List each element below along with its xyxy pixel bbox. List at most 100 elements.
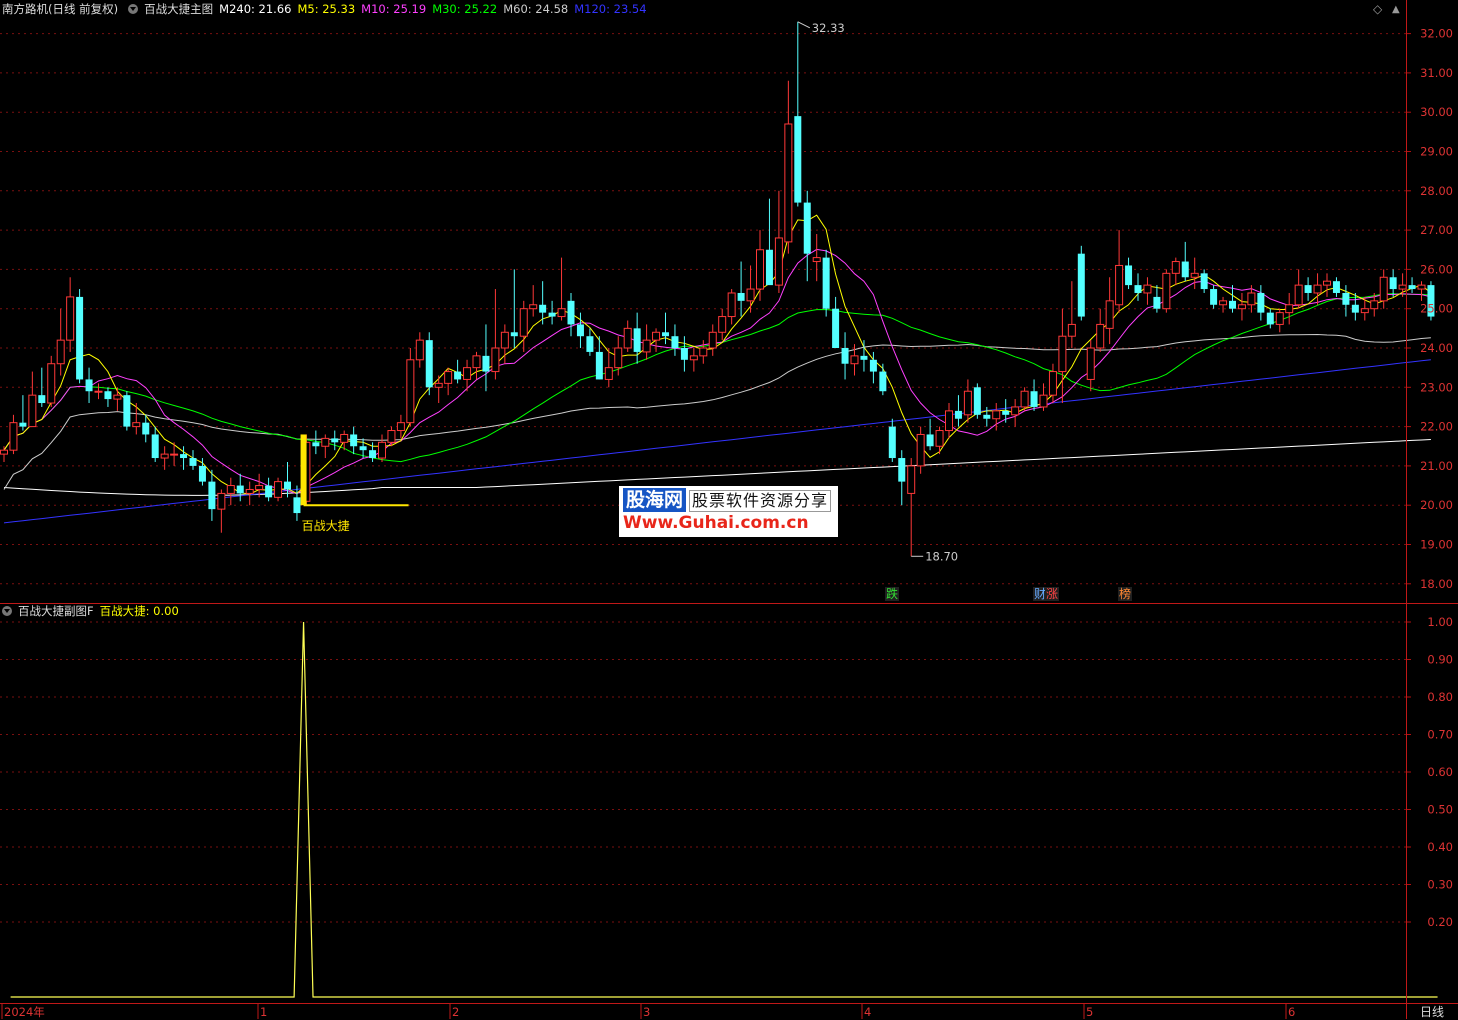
y-tick-label: 30.00 bbox=[1420, 105, 1453, 119]
sub-indicator-menu-icon[interactable] bbox=[2, 606, 12, 616]
x-tick-label: 2 bbox=[452, 1005, 459, 1019]
period-label[interactable]: 日线 bbox=[1420, 1003, 1444, 1020]
indicator-menu-icon[interactable] bbox=[128, 4, 139, 14]
candle-body bbox=[1285, 304, 1294, 314]
candle-body bbox=[1039, 394, 1048, 408]
candle-body bbox=[1200, 273, 1208, 290]
x-tick-label: 5 bbox=[1086, 1005, 1093, 1019]
candle-body bbox=[38, 395, 46, 404]
candle-body bbox=[746, 288, 755, 302]
event-label: 榜 bbox=[1119, 586, 1131, 601]
candle-body bbox=[245, 488, 254, 494]
ma30-line bbox=[3, 293, 1431, 463]
x-tick-label: 2024年 bbox=[4, 1005, 45, 1019]
candle-body bbox=[47, 363, 56, 404]
y-tick-label: 21.00 bbox=[1420, 459, 1453, 473]
candle-body bbox=[519, 308, 528, 337]
x-axis-tick-labels: 2024年 1 2 3 4 5 6 bbox=[4, 1005, 1295, 1019]
candle-body bbox=[529, 304, 538, 310]
sub-y-tick-label: 0.20 bbox=[1427, 915, 1453, 929]
ma-value-1: M5: 25.33 bbox=[297, 2, 356, 16]
candle-body bbox=[293, 497, 301, 514]
candle-body bbox=[284, 481, 291, 490]
candle-body bbox=[718, 316, 727, 333]
candle-body bbox=[812, 257, 821, 263]
candle-body bbox=[274, 481, 283, 498]
ma-value-2: M10: 25.19 bbox=[361, 2, 427, 16]
y-tick-label: 25.00 bbox=[1420, 302, 1453, 316]
x-tick-label: 1 bbox=[260, 1005, 267, 1019]
x-tick-label: 6 bbox=[1288, 1005, 1295, 1019]
sub-y-tick-label: 1.00 bbox=[1427, 615, 1453, 629]
candle-body bbox=[1257, 292, 1265, 313]
sub-y-tick-label: 0.40 bbox=[1427, 840, 1453, 854]
candle-body bbox=[1247, 292, 1256, 306]
y-tick-label: 26.00 bbox=[1420, 262, 1453, 276]
candle-body bbox=[1389, 277, 1397, 290]
candle-body bbox=[1143, 284, 1152, 294]
candle-body bbox=[642, 339, 651, 353]
watermark-url: Www.Guhai.com.cn bbox=[623, 513, 809, 533]
candle-body bbox=[1048, 371, 1057, 396]
event-label: 涨 bbox=[1046, 586, 1058, 601]
candle-body bbox=[123, 395, 131, 427]
candle-body bbox=[217, 492, 226, 510]
moving-average-lines bbox=[3, 214, 1432, 524]
candle-body bbox=[888, 426, 896, 459]
candle-body bbox=[1237, 304, 1246, 310]
sub-indicator-line bbox=[10, 621, 1438, 998]
candle-body bbox=[66, 296, 75, 341]
sub-indicator-name[interactable]: 百战大捷副图F bbox=[18, 604, 94, 618]
candle-body bbox=[482, 355, 490, 372]
candle-body bbox=[151, 434, 159, 459]
y-tick-label: 29.00 bbox=[1420, 145, 1453, 159]
candle-body bbox=[604, 367, 613, 380]
candle-body bbox=[689, 355, 698, 361]
candle-body bbox=[803, 202, 811, 254]
candle-body bbox=[548, 312, 556, 317]
candlestick-series bbox=[0, 21, 1435, 557]
candle-body bbox=[633, 328, 641, 352]
y-tick-label: 32.00 bbox=[1420, 27, 1453, 41]
candle-body bbox=[907, 465, 916, 494]
candle-body bbox=[557, 308, 566, 318]
main-indicator-name[interactable]: 百战大捷主图 bbox=[144, 2, 213, 16]
sub-chart-header: 百战大捷副图F 百战大捷: 0.00 bbox=[2, 603, 185, 619]
candle-body bbox=[1332, 281, 1340, 293]
watermark-logo: 股海网 bbox=[623, 488, 687, 512]
ma-value-0: M240: 21.66 bbox=[219, 2, 292, 16]
signal-bar bbox=[300, 434, 307, 506]
candle-body bbox=[444, 371, 453, 384]
stock-title[interactable]: 南方路机(日线 前复权) bbox=[2, 2, 118, 16]
ma60-line bbox=[3, 333, 1431, 490]
candle-body bbox=[1134, 285, 1142, 293]
candle-body bbox=[680, 348, 688, 360]
diamond-icon[interactable]: ◇ bbox=[1373, 2, 1382, 16]
candle-body bbox=[56, 339, 65, 365]
candle-body bbox=[350, 434, 358, 447]
candle-body bbox=[500, 331, 509, 349]
candle-body bbox=[180, 454, 188, 459]
candle-body bbox=[1125, 265, 1133, 286]
candle-body bbox=[794, 116, 802, 203]
candle-body bbox=[340, 433, 349, 443]
event-label: 跌 bbox=[886, 586, 898, 601]
candle-body bbox=[662, 332, 669, 337]
candle-body bbox=[1115, 264, 1124, 306]
candle-body bbox=[1379, 276, 1388, 302]
candle-body bbox=[104, 391, 112, 400]
candle-body bbox=[94, 390, 103, 393]
candle-body bbox=[198, 465, 206, 482]
ma-value-3: M30: 25.22 bbox=[432, 2, 498, 16]
candle-body bbox=[1096, 323, 1105, 349]
candle-body bbox=[973, 387, 981, 415]
candle-body bbox=[926, 434, 934, 447]
candle-body bbox=[1342, 292, 1350, 305]
candle-body bbox=[850, 355, 859, 365]
candle-body bbox=[378, 441, 386, 459]
watermark-slogan: 股票软件资源分享 bbox=[689, 490, 832, 512]
candle-body bbox=[396, 422, 405, 432]
candle-body bbox=[359, 446, 367, 451]
candle-body bbox=[841, 348, 849, 364]
collapse-up-icon[interactable]: ▲ bbox=[1392, 4, 1400, 15]
